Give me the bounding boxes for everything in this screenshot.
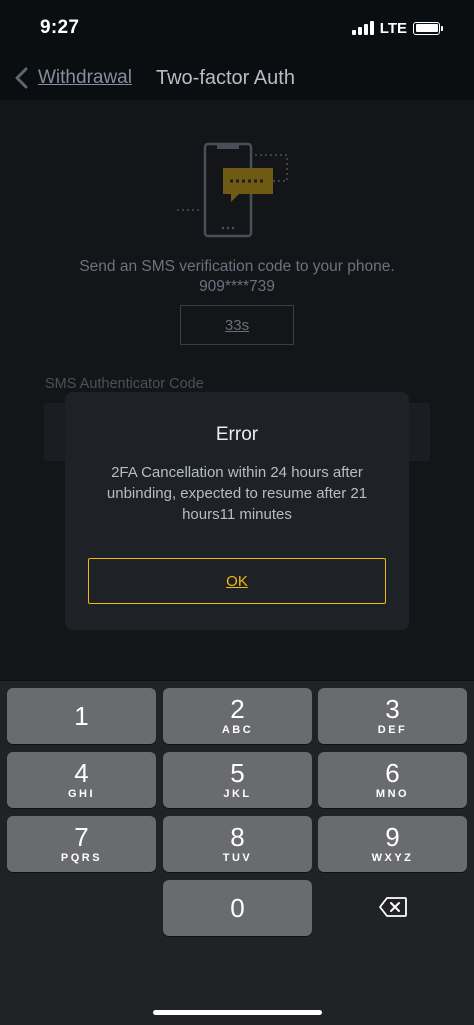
- resend-countdown-button[interactable]: 33s: [180, 305, 294, 345]
- back-button[interactable]: Withdrawal: [12, 66, 132, 90]
- key-digit: 5: [230, 758, 245, 788]
- error-dialog: Error 2FA Cancellation within 24 hours a…: [65, 392, 409, 630]
- home-indicator[interactable]: [153, 1010, 322, 1015]
- key-letters: JKL: [223, 788, 252, 800]
- key-digit: 9: [385, 822, 400, 852]
- ok-button[interactable]: OK: [88, 558, 386, 604]
- key-letters: DEF: [377, 724, 408, 736]
- key-letters: MNO: [375, 788, 410, 800]
- backspace-icon: [378, 896, 407, 922]
- key-0[interactable]: 0: [163, 880, 312, 936]
- code-field-label: SMS Authenticator Code: [45, 376, 204, 392]
- delete-key[interactable]: [318, 881, 467, 937]
- masked-phone-number: 909****739: [199, 278, 275, 295]
- key-digit: 7: [74, 822, 89, 852]
- key-digit: 4: [74, 758, 89, 788]
- key-3[interactable]: 3 DEF: [318, 688, 467, 744]
- key-2[interactable]: 2 ABC: [163, 688, 312, 744]
- key-4[interactable]: 4 GHI: [7, 752, 156, 808]
- key-letters: TUV: [222, 852, 253, 864]
- back-label: Withdrawal: [38, 67, 132, 88]
- key-letters: WXYZ: [371, 852, 414, 864]
- dialog-title: Error: [215, 424, 259, 445]
- key-digit: 8: [230, 822, 245, 852]
- nav-bar: Withdrawal Two-factor Auth: [0, 56, 474, 100]
- signal-icon: [351, 21, 374, 35]
- key-digit: 6: [385, 758, 400, 788]
- status-bar: 9:27 LTE: [0, 0, 474, 56]
- status-indicators: LTE: [351, 19, 443, 37]
- status-time: 9:27: [40, 17, 80, 38]
- key-9[interactable]: 9 WXYZ: [318, 816, 467, 872]
- sms-description: Send an SMS verification code to your ph…: [0, 257, 474, 297]
- key-7[interactable]: 7 PQRS: [7, 816, 156, 872]
- key-letters: GHI: [67, 788, 96, 800]
- key-digit: 3: [385, 694, 400, 724]
- dialog-message: 2FA Cancellation within 24 hours after u…: [106, 464, 368, 523]
- key-5[interactable]: 5 JKL: [163, 752, 312, 808]
- key-6[interactable]: 6 MNO: [318, 752, 467, 808]
- page-title: Two-factor Auth: [155, 66, 295, 89]
- key-digit: 1: [74, 701, 89, 731]
- sms-instruction: Send an SMS verification code to your ph…: [79, 258, 395, 275]
- numeric-keypad: 1 2 ABC 3 DEF 4 GHI 5 JKL 6 MNO 7 PQRS 8…: [0, 681, 474, 1025]
- key-digit: 2: [230, 694, 245, 724]
- network-type: LTE: [379, 19, 407, 37]
- chevron-left-icon: [12, 66, 36, 90]
- key-letters: PQRS: [60, 852, 103, 864]
- key-digit: 0: [230, 893, 245, 923]
- key-1[interactable]: 1: [7, 688, 156, 744]
- key-letters: ABC: [221, 724, 254, 736]
- phone-sms-icon: [175, 140, 295, 240]
- key-8[interactable]: 8 TUV: [163, 816, 312, 872]
- battery-icon: [413, 21, 443, 35]
